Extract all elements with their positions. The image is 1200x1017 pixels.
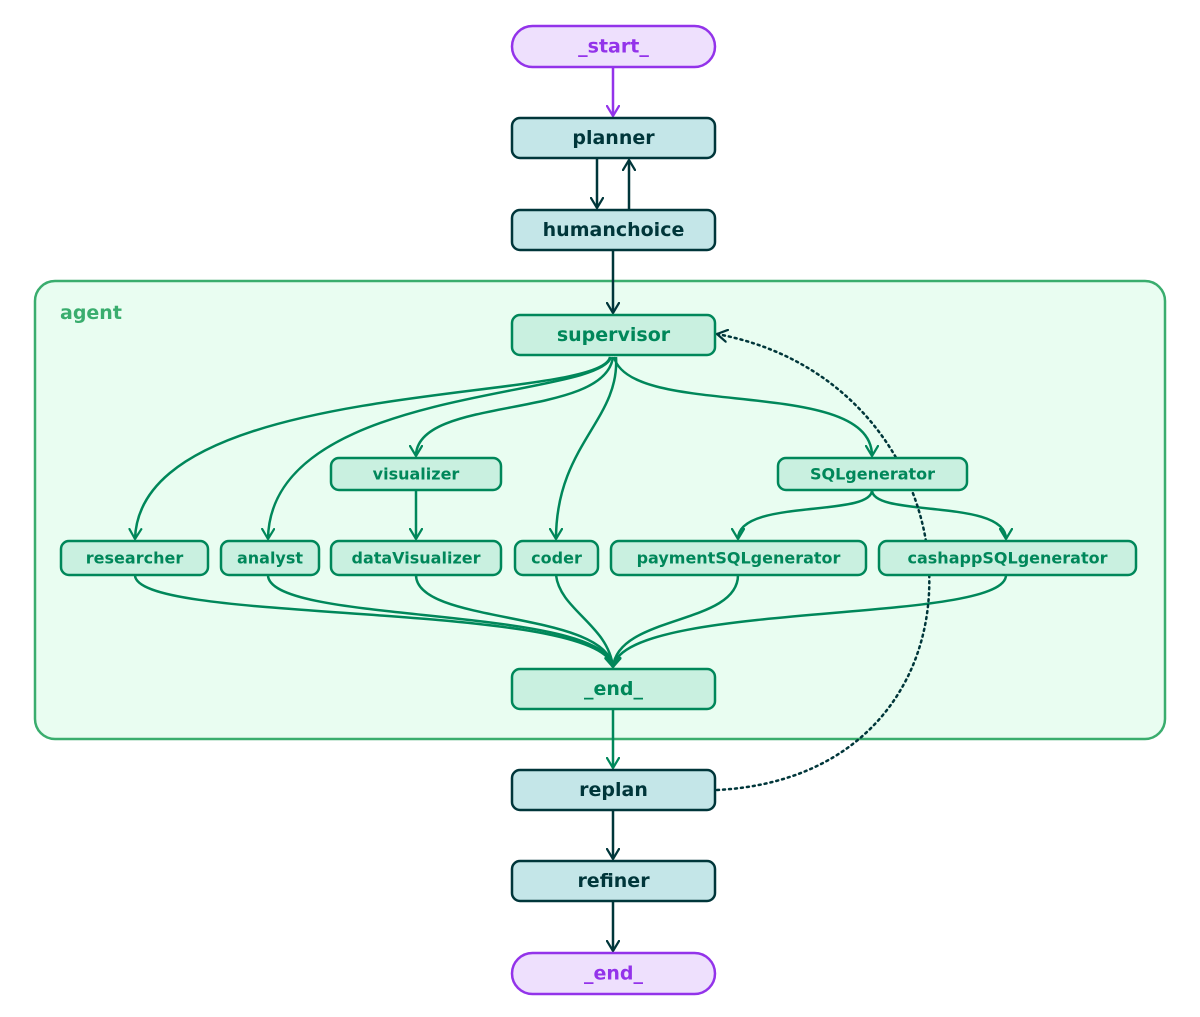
node-label: planner	[572, 127, 655, 149]
node-cashappSQLgenerator[interactable]: cashappSQLgenerator	[877, 539, 1138, 577]
node-visualizer[interactable]: visualizer	[329, 456, 503, 492]
node-researcher[interactable]: researcher	[59, 539, 210, 577]
node-label: replan	[579, 779, 648, 801]
node-label: humanchoice	[543, 219, 685, 241]
node-label: paymentSQLgenerator	[637, 549, 841, 568]
node-label: SQLgenerator	[810, 465, 935, 484]
node-label: dataVisualizer	[351, 549, 480, 568]
node-coder[interactable]: coder	[513, 539, 600, 577]
graph-diagram: agent _start_planner humanchoice superviso…	[33, 24, 1167, 996]
node-label: _end_	[584, 963, 644, 985]
node-refiner[interactable]: refiner	[510, 859, 717, 903]
node-analyst[interactable]: analyst	[219, 539, 321, 577]
node-label: supervisor	[557, 324, 671, 346]
node-supervisor[interactable]: supervisor	[510, 313, 717, 357]
node-label: analyst	[237, 549, 303, 568]
node-paymentSQLgenerator[interactable]: paymentSQLgenerator	[609, 539, 868, 577]
node-label: researcher	[86, 549, 184, 568]
node-label: coder	[531, 549, 582, 568]
node-label: refiner	[577, 870, 650, 892]
node-humanchoice[interactable]: humanchoice	[510, 208, 717, 252]
node-agent_end[interactable]: _end_	[510, 667, 717, 711]
node-SQLgenerator[interactable]: SQLgenerator	[776, 456, 969, 492]
node-replan[interactable]: replan	[510, 768, 717, 812]
node-dataVisualizer[interactable]: dataVisualizer	[329, 539, 503, 577]
node-planner[interactable]: planner	[510, 116, 717, 160]
node-label: cashappSQLgenerator	[908, 549, 1108, 568]
node-start[interactable]: _start_	[510, 24, 717, 69]
node-label: _end_	[584, 678, 644, 700]
cluster-label: agent	[60, 302, 122, 324]
node-label: visualizer	[373, 465, 460, 484]
node-label: _start_	[578, 36, 649, 58]
node-end[interactable]: _end_	[510, 951, 717, 996]
